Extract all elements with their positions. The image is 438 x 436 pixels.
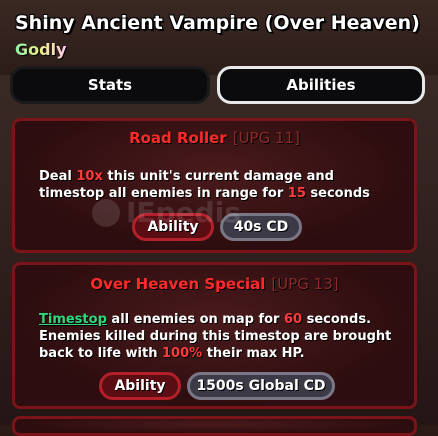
ability-name: Road Roller — [129, 129, 227, 147]
watermark-logo-icon — [92, 198, 120, 227]
watermark: IEpedis — [92, 196, 241, 229]
ability-title: Road Roller [UPG 11] — [15, 129, 414, 147]
unit-rarity: Godly — [15, 40, 67, 59]
watermark-text: IEpedis — [126, 196, 241, 229]
ability-type-label: Ability — [114, 378, 166, 394]
ability-card-partial — [12, 416, 417, 436]
cooldown-label: 40s CD — [233, 219, 289, 235]
desc-text: all enemies on map for — [106, 312, 284, 327]
desc-multiplier: 10x — [76, 169, 103, 184]
tab-abilities[interactable]: Abilities — [217, 66, 425, 104]
desc-text: seconds — [305, 186, 370, 201]
ability-description: Timestop all enemies on map for 60 secon… — [39, 311, 400, 362]
ability-card-road-roller: Road Roller [UPG 11] Deal 10x this unit's… — [12, 118, 417, 253]
ability-type-badge: Ability — [99, 372, 181, 400]
desc-duration: 15 — [287, 186, 306, 201]
desc-percent: 100% — [162, 346, 203, 361]
cooldown-badge: 1500s Global CD — [187, 372, 335, 400]
ability-title: Over Heaven Special [UPG 13] — [15, 275, 414, 293]
tab-abilities-label: Abilities — [286, 76, 356, 94]
ability-name: Over Heaven Special — [90, 275, 266, 293]
tab-stats-label: Stats — [87, 76, 133, 94]
unit-name: Shiny Ancient Vampire (Over Heaven) — [15, 12, 420, 34]
desc-text: Deal — [39, 169, 77, 184]
desc-duration: 60 — [283, 312, 303, 327]
timestop-link[interactable]: Timestop — [39, 312, 107, 327]
ability-upgrade: [UPG 13] — [271, 275, 339, 293]
cooldown-label: 1500s Global CD — [196, 378, 326, 394]
ability-card-over-heaven-special: Over Heaven Special [UPG 13] Timestop all… — [12, 262, 417, 409]
desc-text: their max HP. — [202, 346, 305, 361]
ability-upgrade: [UPG 11] — [232, 129, 300, 147]
tab-stats[interactable]: Stats — [10, 66, 210, 104]
